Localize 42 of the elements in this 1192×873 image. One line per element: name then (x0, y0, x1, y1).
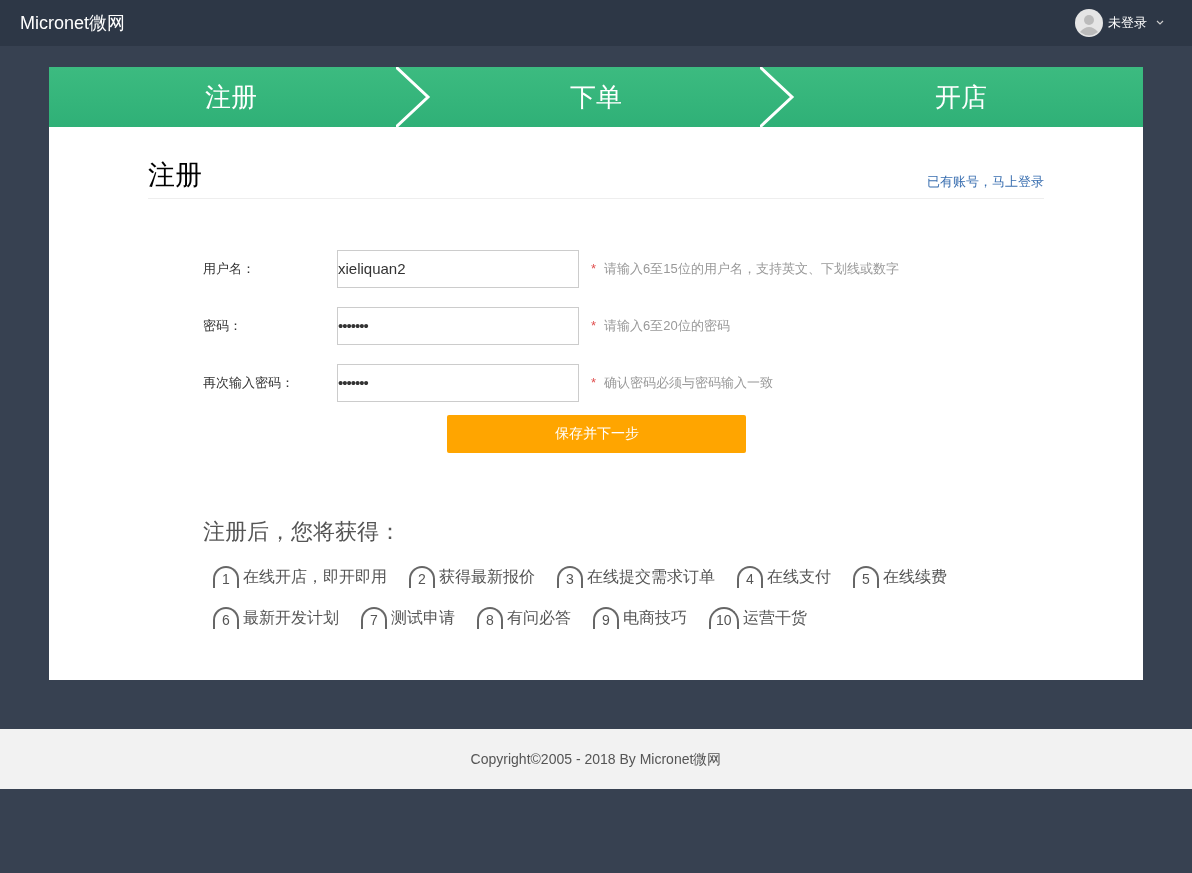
caret-icon (1156, 20, 1164, 26)
field-label: 用户名： (203, 259, 256, 278)
benefit-text: 测试申请 (391, 607, 455, 628)
required-mark: * (591, 373, 597, 392)
username-field[interactable]: xieliquan2 (337, 249, 579, 288)
copyright-text: Copyright©2005 - 2018 By Micronet微网 (470, 749, 722, 769)
number-badge: 9 (593, 606, 619, 629)
field-hint: 请输入6至15位的用户名，支持英文、下划线或数字 (604, 259, 899, 278)
number-badge: 6 (213, 606, 239, 629)
user-menu[interactable]: 未登录 (1108, 13, 1147, 33)
benefit-text: 最新开发计划 (243, 607, 339, 628)
benefits-title: 注册后，您将获得： (203, 517, 402, 546)
field-label: 再次输入密码： (203, 373, 295, 392)
benefit-text: 电商技巧 (623, 607, 687, 628)
number-badge: 4 (737, 565, 763, 588)
benefit-text: 运营干货 (742, 607, 807, 628)
benefit-text: 在线开店，即开即用 (243, 566, 387, 587)
avatar-icon[interactable] (1075, 9, 1103, 37)
benefit-text: 在线续费 (883, 566, 947, 587)
number-badge: 7 (361, 606, 387, 629)
step-label: 开店 (934, 80, 987, 114)
password-field[interactable]: ••••••• (337, 363, 579, 402)
number-badge: 10 (709, 606, 739, 629)
number-badge: 5 (853, 565, 879, 588)
number-badge: 2 (409, 565, 435, 588)
required-mark: * (591, 259, 597, 278)
field-label: 密码： (203, 316, 243, 335)
benefit-text: 在线支付 (767, 566, 831, 587)
form-title: 注册 (148, 159, 202, 192)
required-mark: * (591, 316, 597, 335)
benefit-text: 有问必答 (507, 607, 571, 628)
step-label: 注册 (205, 80, 258, 114)
number-badge: 1 (213, 565, 239, 588)
number-badge: 8 (477, 606, 503, 629)
benefit-text: 在线提交需求订单 (587, 566, 715, 587)
step-label: 下单 (570, 80, 622, 114)
benefit-text: 获得最新报价 (439, 566, 535, 587)
login-link[interactable]: 已有账号，马上登录 (927, 172, 1044, 192)
number-badge: 3 (557, 565, 583, 588)
field-hint: 请输入6至20位的密码 (604, 316, 730, 335)
password-field[interactable]: ••••••• (337, 306, 579, 345)
logo[interactable]: Micronet微网 (20, 9, 126, 37)
